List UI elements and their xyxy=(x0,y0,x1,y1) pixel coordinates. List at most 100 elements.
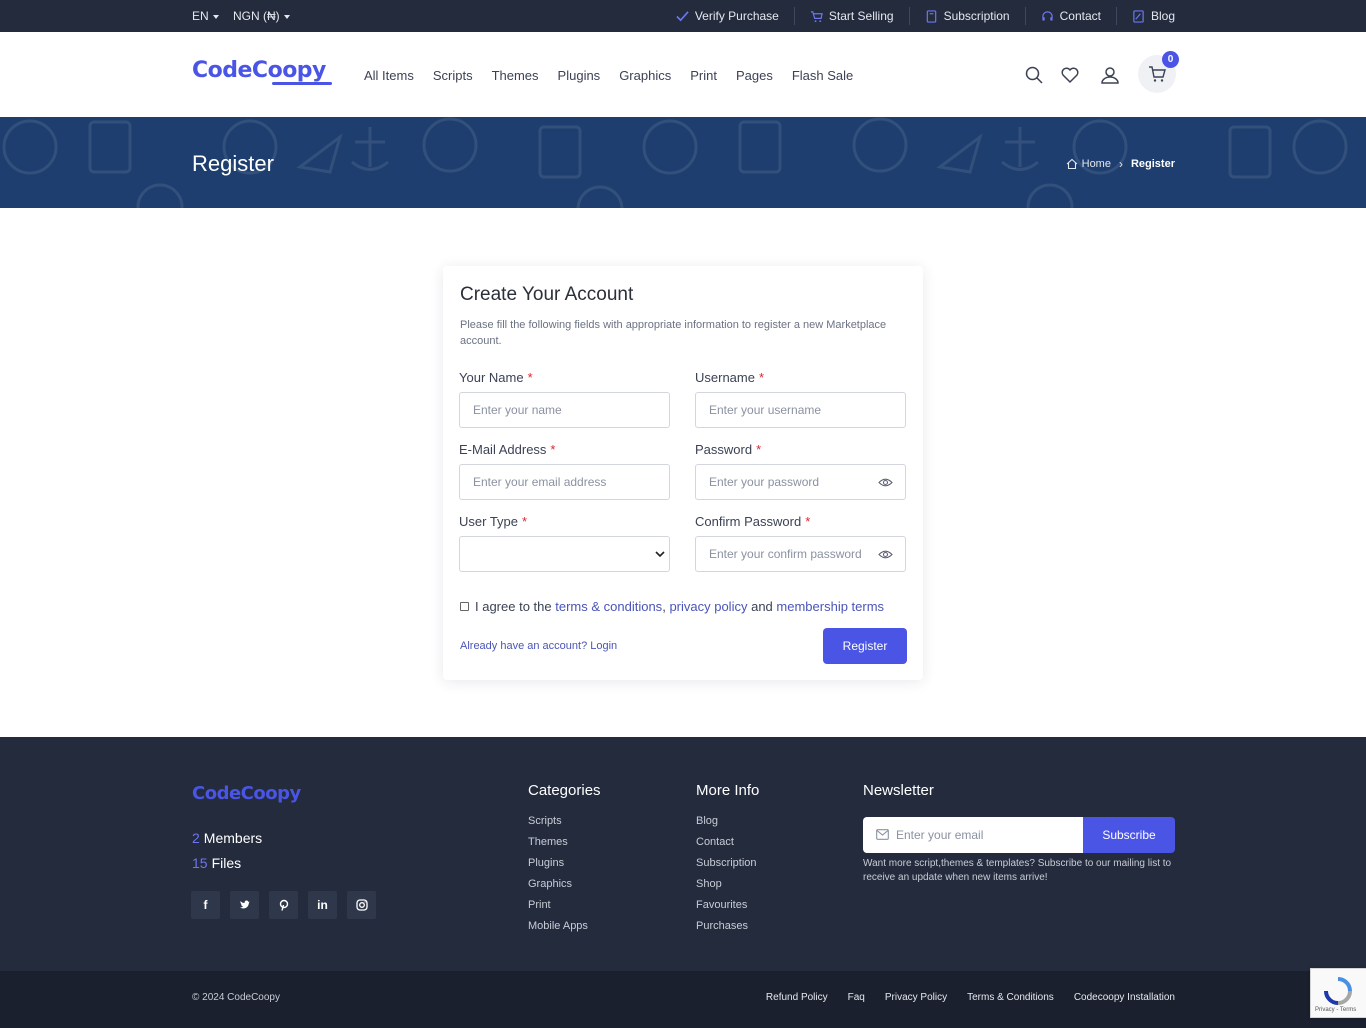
footer-link-mobile-apps[interactable]: Mobile Apps xyxy=(528,920,601,933)
agree-checkbox[interactable] xyxy=(460,602,469,611)
currency-label: NGN (₦) xyxy=(233,9,280,23)
chevron-right-icon: › xyxy=(1118,157,1123,171)
membership-link[interactable]: membership terms xyxy=(776,599,884,614)
comma-text: , xyxy=(662,599,666,614)
register-button[interactable]: Register xyxy=(823,628,907,664)
user-type-label: User Type * xyxy=(459,514,528,529)
mail-icon xyxy=(876,829,889,840)
username-field: Username * Enter your username xyxy=(695,370,906,428)
password-field: Password * Enter your password xyxy=(695,442,906,500)
username-input[interactable]: Enter your username xyxy=(695,392,906,428)
headset-icon xyxy=(1041,10,1053,21)
social-links: f in xyxy=(191,891,386,919)
language-label: EN xyxy=(192,9,209,23)
register-card: Create Your Account Please fill the foll… xyxy=(443,266,923,680)
terms-conditions-link[interactable]: Terms & Conditions xyxy=(967,992,1054,1003)
privacy-policy-link[interactable]: Privacy Policy xyxy=(885,992,947,1003)
confirm-password-input[interactable]: Enter your confirm password xyxy=(695,536,906,572)
refund-policy-link[interactable]: Refund Policy xyxy=(766,992,828,1003)
nav-flash-sale[interactable]: Flash Sale xyxy=(792,68,853,83)
blog-icon xyxy=(1133,9,1144,23)
linkedin-icon[interactable]: in xyxy=(308,891,337,919)
nav-pages[interactable]: Pages xyxy=(736,68,773,83)
instagram-icon[interactable] xyxy=(347,891,376,919)
newsletter-column: Newsletter xyxy=(863,782,934,815)
subscription-label: Subscription xyxy=(943,9,1010,23)
contact-link[interactable]: Contact xyxy=(1024,7,1116,25)
verify-purchase-label: Verify Purchase xyxy=(694,9,779,23)
bottom-links: Refund Policy Faq Privacy Policy Terms &… xyxy=(746,992,1175,1003)
nav-themes[interactable]: Themes xyxy=(492,68,539,83)
installation-link[interactable]: Codecoopy Installation xyxy=(1074,992,1175,1003)
site-logo[interactable]: CodeCoopy xyxy=(192,58,332,85)
recaptcha-badge[interactable]: Privacy - Terms xyxy=(1310,968,1366,1018)
privacy-link[interactable]: privacy policy xyxy=(669,599,747,614)
logo-text: CodeCoopy xyxy=(192,58,326,83)
user-type-field: User Type * xyxy=(459,514,670,572)
categories-title: Categories xyxy=(528,782,601,799)
eye-icon[interactable] xyxy=(878,476,893,489)
chevron-down-icon xyxy=(655,551,665,558)
verify-purchase-link[interactable]: Verify Purchase xyxy=(661,7,794,25)
footer-link-scripts[interactable]: Scripts xyxy=(528,815,601,828)
currency-selector[interactable]: NGN (₦) xyxy=(233,9,290,23)
nav-graphics[interactable]: Graphics xyxy=(619,68,671,83)
name-input[interactable]: Enter your name xyxy=(459,392,670,428)
confirm-password-field: Confirm Password * Enter your confirm pas… xyxy=(695,514,906,572)
check-icon xyxy=(676,10,689,21)
categories-column: Categories Scripts Themes Plugins Graphi… xyxy=(528,782,601,941)
footer-link-shop[interactable]: Shop xyxy=(696,878,759,891)
page-title: Register xyxy=(192,151,274,176)
copyright: © 2024 CodeCoopy xyxy=(192,992,280,1003)
language-selector[interactable]: EN xyxy=(192,9,219,23)
nav-all-items[interactable]: All Items xyxy=(364,68,414,83)
breadcrumb-home[interactable]: Home xyxy=(1082,158,1111,170)
nav-plugins[interactable]: Plugins xyxy=(558,68,601,83)
start-selling-link[interactable]: Start Selling xyxy=(793,7,909,25)
footer-link-contact[interactable]: Contact xyxy=(696,836,759,849)
pinterest-icon[interactable] xyxy=(269,891,298,919)
password-input[interactable]: Enter your password xyxy=(695,464,906,500)
confirm-password-label: Confirm Password * xyxy=(695,514,811,529)
footer-link-themes[interactable]: Themes xyxy=(528,836,601,849)
eye-icon[interactable] xyxy=(878,548,893,561)
footer-link-blog[interactable]: Blog xyxy=(696,815,759,828)
facebook-icon[interactable]: f xyxy=(191,891,220,919)
recaptcha-icon xyxy=(1324,977,1352,1005)
subscription-link[interactable]: Subscription xyxy=(908,7,1025,25)
form-intro: Please fill the following fields with ap… xyxy=(460,319,887,347)
contact-label: Contact xyxy=(1059,9,1101,23)
user-type-select[interactable] xyxy=(459,536,670,572)
newsletter-placeholder: Enter your email xyxy=(896,828,984,842)
footer-link-favourites[interactable]: Favourites xyxy=(696,899,759,912)
top-bar: EN NGN (₦) Verify Purchase Start Selling… xyxy=(0,0,1366,32)
newsletter-email-input[interactable]: Enter your email xyxy=(863,817,1083,853)
subscribe-button[interactable]: Subscribe xyxy=(1083,817,1175,853)
home-icon xyxy=(1066,158,1077,170)
heart-icon[interactable] xyxy=(1060,65,1080,85)
breadcrumb-current: Register xyxy=(1130,158,1175,170)
footer-link-plugins[interactable]: Plugins xyxy=(528,857,601,870)
footer-link-subscription[interactable]: Subscription xyxy=(696,857,759,870)
nav-print[interactable]: Print xyxy=(690,68,717,83)
faq-link[interactable]: Faq xyxy=(848,992,865,1003)
recaptcha-text[interactable]: Privacy - Terms xyxy=(1315,1007,1356,1013)
cart-count-badge: 0 xyxy=(1162,51,1179,68)
footer-logo[interactable]: CodeCoopy xyxy=(192,783,301,804)
twitter-icon[interactable] xyxy=(230,891,259,919)
footer-link-purchases[interactable]: Purchases xyxy=(696,920,759,933)
blog-link[interactable]: Blog xyxy=(1115,7,1175,25)
email-input[interactable]: Enter your email address xyxy=(459,464,670,500)
files-label: Files xyxy=(211,855,242,871)
user-icon[interactable] xyxy=(1100,65,1120,85)
newsletter-title: Newsletter xyxy=(863,782,934,799)
nav-scripts[interactable]: Scripts xyxy=(433,68,473,83)
footer-link-graphics[interactable]: Graphics xyxy=(528,878,601,891)
terms-link[interactable]: terms & conditions xyxy=(555,599,662,614)
cart-icon xyxy=(1149,66,1166,82)
caret-down-icon xyxy=(283,14,290,19)
footer-link-print[interactable]: Print xyxy=(528,899,601,912)
login-link[interactable]: Already have an account? Login xyxy=(460,640,617,652)
confirm-password-placeholder: Enter your confirm password xyxy=(709,547,862,561)
search-icon[interactable] xyxy=(1024,65,1044,85)
